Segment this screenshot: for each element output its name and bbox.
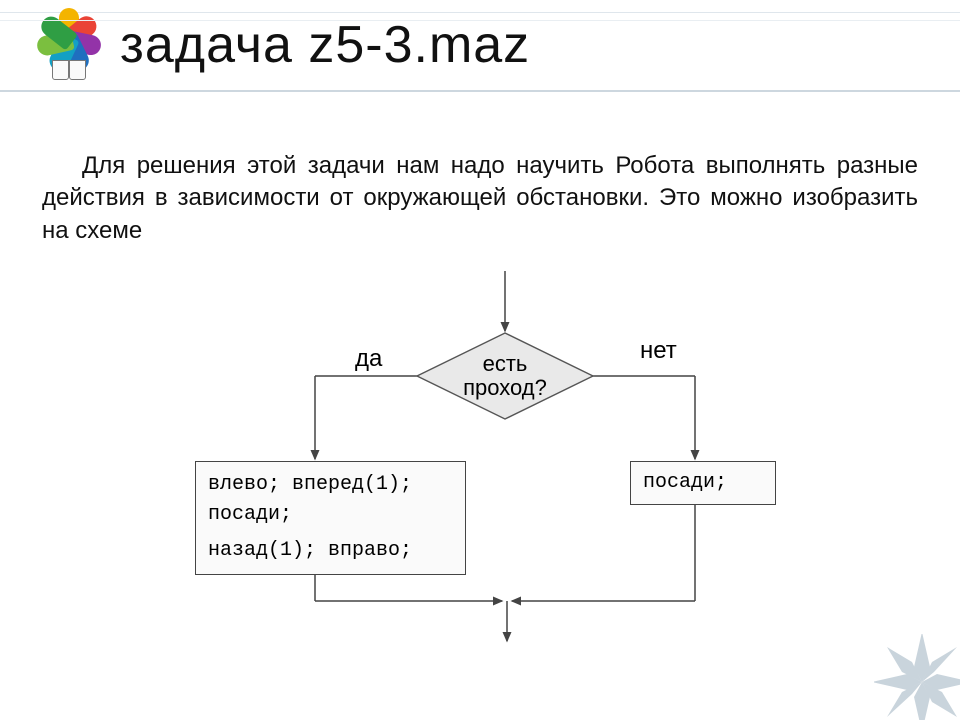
left-line3: назад(1); вправо;	[208, 536, 453, 566]
action-box-left: влево; вперед(1); посади; назад(1); впра…	[195, 461, 466, 575]
intro-text: Для решения этой задачи нам надо научить…	[42, 150, 918, 247]
left-line2: посади;	[208, 500, 453, 530]
content: Для решения этой задачи нам надо научить…	[0, 92, 960, 651]
corner-ornament-icon	[874, 634, 960, 720]
left-line1: влево; вперед(1);	[208, 470, 453, 500]
edge-label-yes: да	[355, 345, 382, 373]
action-box-right: посади;	[630, 461, 776, 505]
hands-logo	[24, 0, 114, 90]
flowchart: есть проход? да нет влево; вперед(1); по…	[100, 271, 860, 651]
right-line: посади;	[643, 471, 727, 494]
decision-node: есть проход?	[415, 331, 595, 421]
intro-paragraph: Для решения этой задачи нам надо научить…	[42, 150, 918, 247]
page-title: задача z5-3.maz	[120, 15, 530, 75]
condition-line1: есть	[483, 351, 528, 376]
header: задача z5-3.maz	[0, 0, 960, 92]
condition-line2: проход?	[463, 375, 547, 400]
edge-label-no: нет	[640, 337, 677, 365]
